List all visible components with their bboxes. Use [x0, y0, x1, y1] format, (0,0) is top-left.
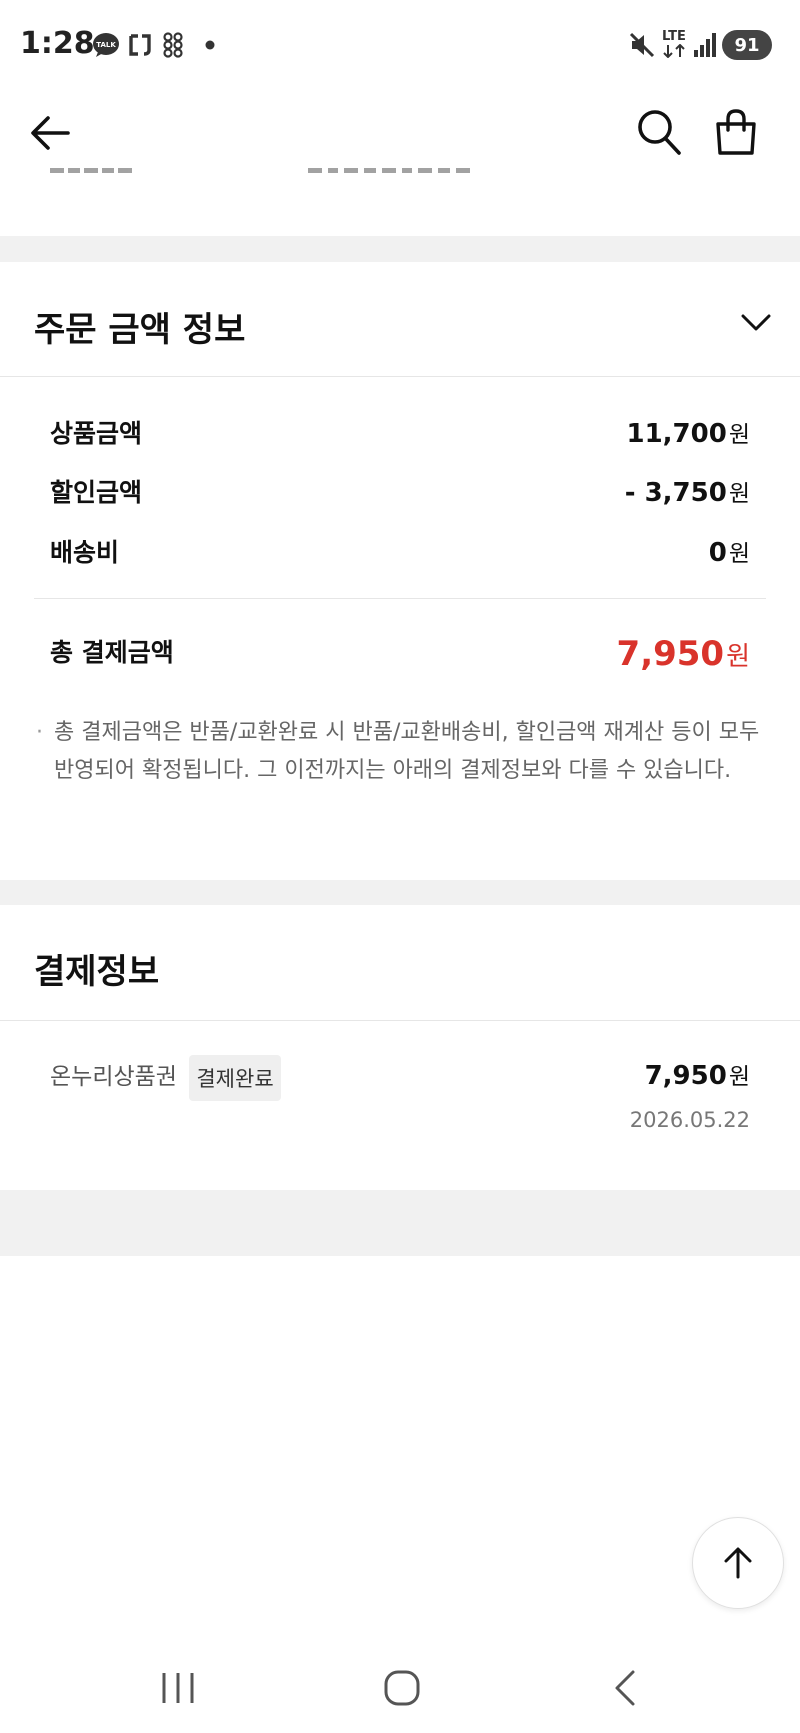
- total-payment-notice: · 총 결제금액은 반품/교환완료 시 반품/교환배송비, 할인금액 재계산 등…: [36, 714, 764, 790]
- home-icon: [384, 1670, 420, 1706]
- payment-amount-number: 7,950: [644, 1061, 727, 1091]
- currency-unit: 원: [728, 422, 750, 448]
- shopping-bag-icon[interactable]: [712, 108, 760, 156]
- section-gap: [0, 236, 800, 262]
- arrow-left-icon[interactable]: [28, 111, 72, 155]
- chevron-down-icon[interactable]: [740, 306, 772, 338]
- notice-text: 총 결제금액은 반품/교환완료 시 반품/교환배송비, 할인금액 재계산 등이 …: [54, 720, 760, 783]
- currency-unit: 원: [726, 642, 750, 672]
- mute-icon: [627, 30, 657, 60]
- app-notification-icon: [161, 30, 185, 60]
- more-notifications-dot-icon: [202, 30, 218, 60]
- section-gap: [0, 880, 800, 905]
- search-icon[interactable]: [636, 108, 682, 156]
- lte-label: LTE: [662, 29, 686, 44]
- total-payment-label: 총 결제금액: [50, 638, 174, 667]
- discount-amount-value: - 3,750원: [625, 474, 750, 508]
- recent-apps-icon: [162, 1673, 194, 1703]
- shipping-fee-number: 0: [708, 538, 727, 568]
- discount-amount-number: - 3,750: [624, 478, 727, 508]
- back-button[interactable]: [596, 1660, 656, 1716]
- talk-text: TALK: [96, 41, 116, 49]
- currency-unit: 원: [728, 541, 750, 567]
- product-amount-value: 11,700원: [626, 415, 750, 449]
- signal-icon: [692, 30, 718, 60]
- product-amount-label: 상품금액: [50, 419, 143, 448]
- payment-method: 온누리상품권: [50, 1064, 177, 1090]
- lte-indicator: LTE: [662, 30, 690, 60]
- kakaotalk-icon: TALK: [92, 30, 120, 60]
- payment-date: 2026.05.22: [629, 1108, 750, 1132]
- divider: [0, 376, 800, 377]
- section-gap: [0, 1190, 800, 1256]
- discount-amount-label: 할인금액: [50, 478, 143, 507]
- payment-info-title: 결제정보: [34, 952, 160, 992]
- shipping-fee-value: 0원: [709, 534, 750, 568]
- divider: [0, 1020, 800, 1021]
- chevron-left-icon: [615, 1670, 635, 1706]
- home-button[interactable]: [372, 1660, 432, 1716]
- order-amount-title: 주문 금액 정보: [34, 310, 246, 350]
- battery-indicator: 91: [722, 30, 772, 60]
- scroll-to-top-button[interactable]: [692, 1517, 784, 1609]
- payment-amount: 7,950원: [645, 1057, 750, 1091]
- total-payment-value: 7,950원: [617, 634, 750, 674]
- total-payment-number: 7,950: [616, 634, 725, 674]
- product-amount-number: 11,700: [626, 419, 727, 449]
- arrow-up-icon: [724, 1547, 752, 1579]
- status-time: 1:28: [20, 26, 95, 61]
- cj-app-icon: [127, 30, 153, 60]
- payment-status-badge: 결제완료: [189, 1055, 281, 1101]
- status-bar: 1:28 TALK LTE 91: [0, 0, 800, 92]
- scrolled-content-fragment: [46, 166, 526, 182]
- recent-apps-button[interactable]: [148, 1660, 208, 1716]
- shipping-fee-label: 배송비: [50, 538, 120, 567]
- currency-unit: 원: [728, 481, 750, 507]
- bullet-icon: ·: [36, 720, 43, 745]
- divider: [34, 598, 766, 599]
- currency-unit: 원: [728, 1064, 750, 1090]
